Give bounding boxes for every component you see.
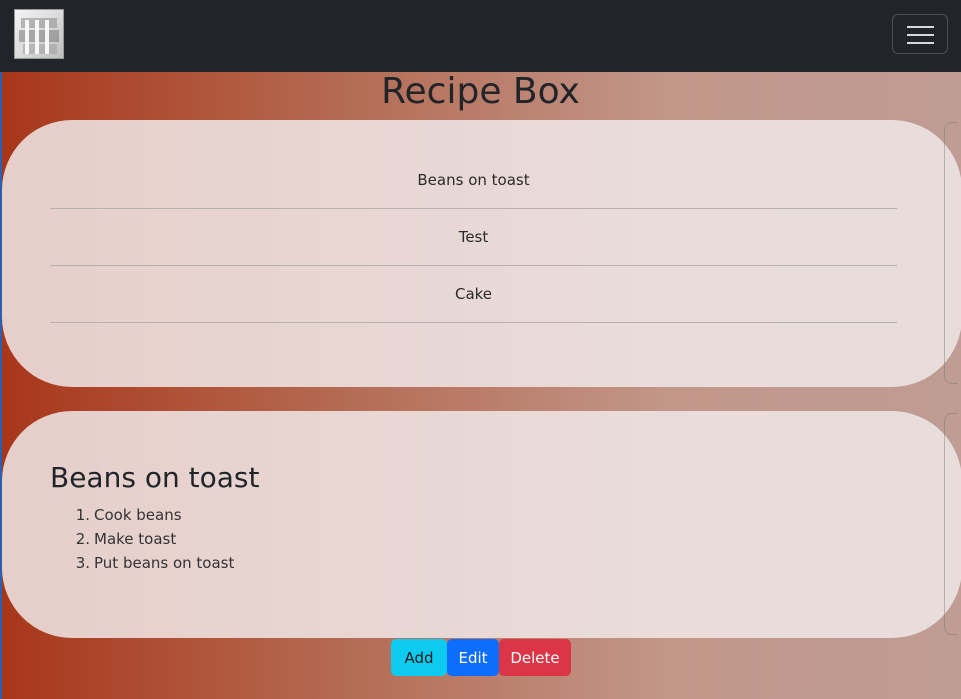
edit-button[interactable]: Edit	[447, 639, 499, 676]
recipe-list-card: Beans on toast Test Cake	[2, 120, 961, 387]
step-text: Put beans on toast	[94, 554, 235, 572]
step-number: 3.	[75, 554, 90, 572]
step-text: Make toast	[94, 530, 177, 548]
navbar	[0, 0, 961, 72]
hamburger-menu-icon	[907, 42, 934, 44]
navbar-toggler-button[interactable]	[892, 14, 948, 54]
delete-button[interactable]: Delete	[499, 639, 571, 676]
recipe-list-item[interactable]: Cake	[50, 266, 897, 323]
letters-logo-icon[interactable]	[14, 9, 64, 59]
detail-scrollbar[interactable]	[944, 413, 958, 635]
step-number: 1.	[75, 506, 90, 524]
list-item: 1. Cook beans	[50, 503, 234, 527]
recipe-steps-list: 1. Cook beans 2. Make toast 3. Put beans on…	[50, 503, 235, 575]
add-button[interactable]: Add	[391, 639, 447, 676]
step-number: 2.	[75, 530, 90, 548]
recipe-detail-card: Beans on toast 1. Cook beans 2. Make toast…	[2, 411, 961, 638]
list-item: 3. Put beans on toast	[50, 551, 235, 575]
page-title: Recipe Box	[381, 71, 580, 112]
hamburger-menu-icon	[907, 26, 934, 28]
recipe-detail-title: Beans on toast	[50, 461, 260, 494]
step-text: Cook beans	[94, 506, 182, 524]
hamburger-menu-icon	[907, 34, 934, 36]
list-item: 2. Make toast	[50, 527, 234, 551]
recipe-list-item[interactable]: Beans on toast	[50, 152, 897, 209]
recipe-list-item[interactable]: Test	[50, 209, 897, 266]
list-scrollbar[interactable]	[944, 122, 958, 384]
